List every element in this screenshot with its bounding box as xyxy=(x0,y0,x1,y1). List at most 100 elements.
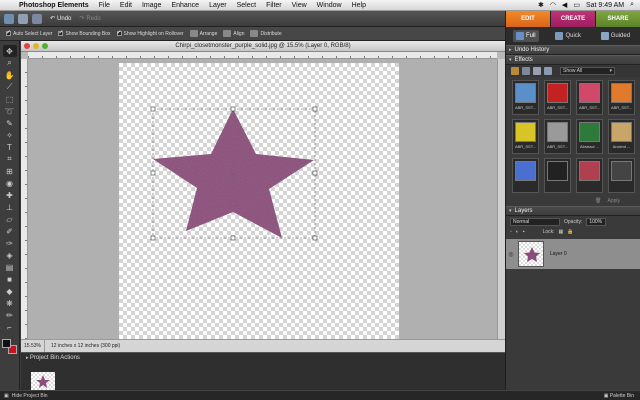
marquee-tool-icon[interactable]: ⬚ xyxy=(3,93,17,105)
zoom-level[interactable]: 15.53% xyxy=(21,340,45,352)
document-title-bar[interactable]: Chirpi_closetmonster_purple_solid.jpg @ … xyxy=(21,41,505,52)
distribute-button[interactable]: Distribute xyxy=(250,30,282,37)
vertical-scrollbar[interactable] xyxy=(497,59,505,339)
align-button[interactable]: Align xyxy=(223,30,244,37)
menu-select[interactable]: Select xyxy=(232,2,261,9)
filters-icon[interactable] xyxy=(511,67,519,75)
volume-icon[interactable]: ◀ xyxy=(562,1,567,9)
tab-guided[interactable]: Guided xyxy=(598,30,633,42)
effect-thumbnail[interactable] xyxy=(608,158,635,193)
menu-image[interactable]: Image xyxy=(137,2,166,9)
effect-thumbnail[interactable]: ABR_SST... xyxy=(576,80,603,115)
undo-history-panel-header[interactable]: ▸ Undo History xyxy=(506,45,640,55)
effect-thumbnail[interactable] xyxy=(576,158,603,193)
recompose-tool-icon[interactable]: ⊞ xyxy=(3,165,17,177)
effect-thumbnail[interactable]: ABR_SST... xyxy=(512,80,539,115)
menu-help[interactable]: Help xyxy=(347,2,371,9)
healing-brush-tool-icon[interactable]: ✚ xyxy=(3,189,17,201)
eraser-tool-icon[interactable]: ▱ xyxy=(3,213,17,225)
print-icon[interactable] xyxy=(18,13,28,24)
trash-icon[interactable]: 🗑 xyxy=(595,198,601,204)
hide-project-bin-icon[interactable]: ▣ xyxy=(0,393,9,399)
shape-tool-icon[interactable]: ■ xyxy=(3,273,17,285)
auto-select-layer-option[interactable]: Auto Select Layer xyxy=(6,29,52,37)
show-highlight-option[interactable]: Show Highlight on Rollover xyxy=(116,29,184,37)
menu-enhance[interactable]: Enhance xyxy=(166,2,204,9)
spotlight-search-icon[interactable]: ⌕ xyxy=(630,1,634,9)
effect-thumbnail[interactable]: Abstract ... xyxy=(576,119,603,154)
foreground-color-swatch[interactable] xyxy=(1,339,11,348)
arrange-button[interactable]: Arrange xyxy=(189,30,217,37)
effect-thumbnail[interactable]: ABR_SST... xyxy=(544,119,571,154)
effect-thumbnail[interactable]: ABR_SST... xyxy=(512,119,539,154)
bluetooth-icon[interactable]: ✱ xyxy=(538,1,544,9)
paint-bucket-tool-icon[interactable]: ◈ xyxy=(3,249,17,261)
tab-share[interactable]: SHARE xyxy=(595,11,640,27)
hand-tool-icon[interactable]: ✋ xyxy=(3,69,17,81)
show-bounding-box-option[interactable]: Show Bounding Box xyxy=(58,29,111,37)
new-layer-icon[interactable]: ▫ xyxy=(510,229,512,235)
color-swatches[interactable] xyxy=(1,339,18,355)
menu-window[interactable]: Window xyxy=(312,2,347,9)
auto-select-checkbox[interactable] xyxy=(6,29,11,36)
project-bin-actions[interactable]: ▸ Project Bin Actions xyxy=(21,353,505,362)
tab-edit[interactable]: EDIT xyxy=(505,11,550,27)
star-layer[interactable] xyxy=(119,63,399,339)
effect-thumbnail[interactable] xyxy=(512,158,539,193)
effect-thumbnail[interactable]: Ancient ... xyxy=(608,119,635,154)
apply-button[interactable]: Apply xyxy=(607,198,620,204)
menu-filter[interactable]: Filter xyxy=(261,2,287,9)
menu-file[interactable]: File xyxy=(94,2,115,9)
menu-edit[interactable]: Edit xyxy=(115,2,137,9)
clone-stamp-tool-icon[interactable]: ⊥ xyxy=(3,201,17,213)
save-icon[interactable] xyxy=(32,13,42,24)
all-effects-icon[interactable] xyxy=(544,67,552,75)
tab-quick[interactable]: Quick xyxy=(552,30,583,42)
magic-wand-tool-icon[interactable]: ✧ xyxy=(3,129,17,141)
layers-panel-header[interactable]: ▾ Layers xyxy=(506,206,640,216)
undo-button[interactable]: ↶ Undo xyxy=(50,15,71,23)
move-tool-icon[interactable]: ✥ xyxy=(2,45,17,57)
lock-transparency-icon[interactable]: ▦ xyxy=(559,229,564,235)
project-bin-thumbnail[interactable] xyxy=(31,372,55,390)
redo-button[interactable]: ↷ Redo xyxy=(79,15,100,23)
visibility-eye-icon[interactable]: ◎ xyxy=(506,251,516,258)
type-tool-icon[interactable]: T xyxy=(3,141,17,153)
lock-all-icon[interactable]: 🔒 xyxy=(567,229,573,235)
hide-project-bin-button[interactable]: Hide Project Bin xyxy=(9,393,48,399)
canvas[interactable] xyxy=(119,63,399,339)
delete-layer-icon[interactable]: ▪ xyxy=(523,229,525,235)
clock[interactable]: Sat 9:49 AM xyxy=(586,2,624,9)
battery-icon[interactable]: ▭ xyxy=(573,1,580,9)
new-adjustment-layer-icon[interactable]: ◐ xyxy=(516,229,519,235)
photo-effects-icon[interactable] xyxy=(533,67,541,75)
highlight-checkbox[interactable] xyxy=(116,29,122,36)
open-icon[interactable] xyxy=(4,13,14,24)
sponge-tool-icon[interactable]: ❋ xyxy=(3,297,17,309)
tab-full[interactable]: Full xyxy=(512,30,539,42)
effect-thumbnail[interactable]: ABR_SST... xyxy=(544,80,571,115)
opacity-field[interactable]: 100% xyxy=(586,217,607,226)
blur-tool-icon[interactable]: ◆ xyxy=(3,285,17,297)
straighten-tool-icon[interactable]: ⌐ xyxy=(3,321,17,333)
eyedropper-tool-icon[interactable]: ⟋ xyxy=(3,81,17,93)
crop-tool-icon[interactable]: ⌗ xyxy=(3,153,17,165)
gradient-tool-icon[interactable]: ▤ xyxy=(3,261,17,273)
effects-filter-dropdown[interactable]: Show All ▾ xyxy=(560,67,615,75)
palette-bin-button[interactable]: ▣ Palette Bin xyxy=(604,393,640,399)
effects-panel-header[interactable]: ▾ Effects xyxy=(506,55,640,65)
zoom-tool-icon[interactable]: ⌕ xyxy=(3,57,17,69)
bounding-box-checkbox[interactable] xyxy=(58,29,64,36)
smart-brush-tool-icon[interactable]: ✑ xyxy=(3,237,17,249)
menu-view[interactable]: View xyxy=(287,2,312,9)
app-menu[interactable]: Photoshop Elements xyxy=(14,2,94,9)
effect-thumbnail[interactable]: ABR_SST... xyxy=(608,80,635,115)
lasso-tool-icon[interactable]: ➰ xyxy=(3,105,17,117)
pencil-tool-icon[interactable]: ✏ xyxy=(3,309,17,321)
menu-layer[interactable]: Layer xyxy=(204,2,232,9)
blend-mode-select[interactable]: Normal xyxy=(510,217,560,226)
brush-tool-icon[interactable]: ✐ xyxy=(3,225,17,237)
tab-create[interactable]: CREATE xyxy=(550,11,595,27)
layer-styles-icon[interactable] xyxy=(522,67,530,75)
effect-thumbnail[interactable] xyxy=(544,158,571,193)
